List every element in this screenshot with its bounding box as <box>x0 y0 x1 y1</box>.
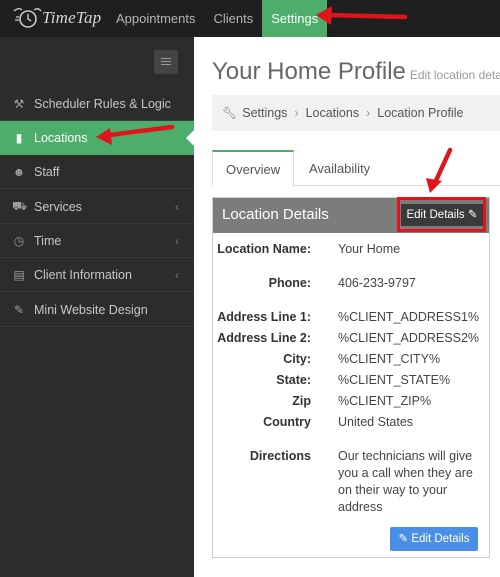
annotation-arrows <box>96 6 453 193</box>
arrow-to-edit-details <box>431 147 453 188</box>
arrowhead <box>426 178 442 193</box>
arrowhead <box>96 128 112 145</box>
arrowhead <box>316 6 332 25</box>
arrow-to-settings <box>325 12 408 20</box>
arrow-to-locations <box>99 124 175 139</box>
